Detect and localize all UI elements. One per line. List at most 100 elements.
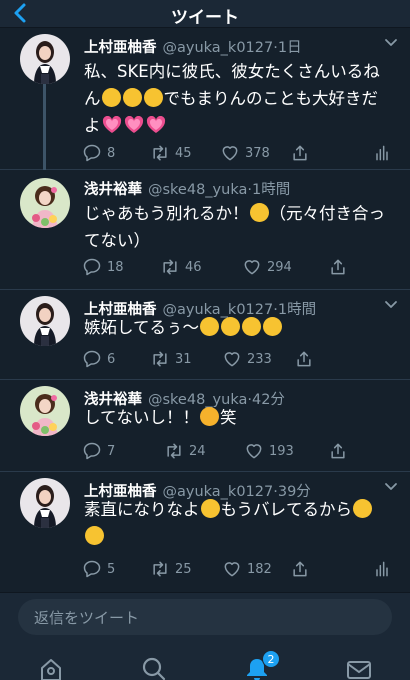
share-button[interactable]	[290, 142, 315, 164]
avatar[interactable]	[20, 386, 70, 436]
retweet-button[interactable]: 25	[150, 558, 192, 580]
like-button[interactable]: 294	[242, 256, 292, 278]
emoji-relieved-face-icon	[200, 499, 220, 518]
share-icon	[328, 257, 348, 277]
retweet-button[interactable]: 45	[150, 142, 192, 164]
analytics-icon	[372, 143, 392, 163]
emoji-no-mouth-icon	[143, 88, 163, 107]
like-button[interactable]: 193	[244, 440, 294, 462]
tweet[interactable]: 上村亜柚香 @ayuka_k0127·39分 素直になりなよ もうバレてるから 5 …	[0, 472, 410, 592]
retweet-button[interactable]: 46	[160, 256, 202, 278]
tweet[interactable]: 上村亜柚香 @ayuka_k0127·1時間 嫉妬してるぅ〜 6 31 233	[0, 290, 410, 380]
page-title: ツイート	[171, 8, 239, 28]
pink-heart-emoji-icon	[124, 116, 144, 134]
avatar[interactable]	[20, 478, 70, 528]
reply-input[interactable]: 返信をツイート	[18, 599, 392, 635]
user-handle: @ayuka_k0127	[162, 40, 274, 56]
reply-button[interactable]: 5	[82, 558, 115, 580]
display-name[interactable]: 上村亜柚香	[84, 40, 157, 56]
search-icon[interactable]	[141, 656, 167, 680]
emoji-grinning-face-icon	[221, 317, 241, 336]
like-icon	[220, 143, 240, 163]
like-button[interactable]: 233	[222, 348, 272, 370]
reply-icon	[82, 559, 102, 579]
reply-button[interactable]: 18	[82, 256, 124, 278]
emoji-winking-face-icon	[85, 526, 104, 545]
tweet-text-part: もうバレてるから	[220, 500, 353, 519]
tweet-text: 素直になりなよ もうバレてるから	[84, 496, 388, 550]
tweet-header: 上村亜柚香 @ayuka_k0127·1日	[84, 36, 380, 57]
analytics-button[interactable]	[372, 142, 397, 164]
retweet-button[interactable]: 24	[164, 440, 206, 462]
reply-icon	[82, 441, 102, 461]
tweet-text-part: 笑	[220, 408, 237, 427]
retweet-count: 25	[175, 561, 192, 577]
analytics-button[interactable]	[372, 558, 397, 580]
tweet-time: ·1時間	[247, 182, 291, 198]
tweet-text-part: 素直になりなよ	[84, 500, 200, 519]
tweet[interactable]: 浅井裕華 @ske48_yuka·1時間 じゃあもう別れるか！ （元々付き合っ てな…	[0, 170, 410, 290]
like-count: 378	[245, 145, 270, 161]
user-handle: @ske48_yuka	[148, 182, 248, 198]
caret-down-icon[interactable]	[384, 300, 398, 310]
retweet-button[interactable]: 31	[150, 348, 192, 370]
retweet-icon	[150, 143, 170, 163]
tweet-text: じゃあもう別れるか！ （元々付き合っ てない）	[84, 200, 388, 254]
emoji-grinning-face-icon	[263, 317, 283, 336]
reply-count: 18	[107, 259, 124, 275]
messages-icon[interactable]	[346, 656, 372, 680]
caret-down-icon[interactable]	[384, 38, 398, 48]
tweet-text: 私、SKE内に彼氏、彼女たくさんいるね ん でもまりんのことも大好きだ よ	[84, 58, 388, 139]
tweet[interactable]: 上村亜柚香 @ayuka_k0127·1日 私、SKE内に彼氏、彼女たくさんいるね…	[0, 28, 410, 170]
conversation-thread[interactable]: 上村亜柚香 @ayuka_k0127·1日 私、SKE内に彼氏、彼女たくさんいるね…	[0, 28, 410, 592]
like-count: 233	[247, 351, 272, 367]
share-icon	[290, 559, 310, 579]
retweet-count: 31	[175, 351, 192, 367]
tweet-text-part: してないし！！	[84, 408, 200, 427]
tweet-text-part: てない）	[84, 231, 150, 250]
share-icon	[290, 143, 310, 163]
tweet[interactable]: 浅井裕華 @ske48_yuka·42分 してないし！！笑 7 24 193	[0, 380, 410, 472]
retweet-count: 46	[185, 259, 202, 275]
caret-down-icon[interactable]	[384, 482, 398, 492]
share-button[interactable]	[328, 440, 353, 462]
emoji-thinking-face-icon	[249, 203, 269, 222]
thread-line	[43, 84, 46, 170]
reply-count: 8	[107, 145, 116, 161]
emoji-no-mouth-icon	[101, 88, 121, 107]
reply-button[interactable]: 6	[82, 348, 115, 370]
avatar[interactable]	[20, 34, 70, 84]
home-icon[interactable]	[38, 656, 64, 680]
share-icon	[294, 349, 314, 369]
reply-button[interactable]: 8	[82, 142, 115, 164]
reply-icon	[82, 257, 102, 277]
reply-button[interactable]: 7	[82, 440, 115, 462]
tweet-actions: 5 25 182	[82, 558, 396, 580]
share-button[interactable]	[290, 558, 315, 580]
retweet-icon	[164, 441, 184, 461]
like-icon	[222, 349, 242, 369]
share-button[interactable]	[294, 348, 319, 370]
like-count: 294	[267, 259, 292, 275]
share-icon	[328, 441, 348, 461]
bottom-tab-bar	[0, 642, 410, 680]
analytics-icon	[372, 559, 392, 579]
like-button[interactable]: 182	[222, 558, 272, 580]
tweet-text-part: ん	[84, 89, 101, 108]
retweet-icon	[160, 257, 180, 277]
avatar[interactable]	[20, 296, 70, 346]
avatar[interactable]	[20, 178, 70, 228]
emoji-grinning-face-icon	[200, 317, 220, 336]
reply-icon	[82, 349, 102, 369]
emoji-winking-face-icon	[353, 499, 373, 518]
tweet-actions: 6 31 233	[82, 348, 396, 370]
display-name[interactable]: 浅井裕華	[84, 182, 142, 198]
emoji-angry-face-icon	[200, 407, 220, 426]
reply-count: 5	[107, 561, 116, 577]
retweet-icon	[150, 349, 170, 369]
like-button[interactable]: 378	[220, 142, 270, 164]
tweet-text-part: でもまりんのことも大好きだ	[163, 89, 379, 108]
share-button[interactable]	[328, 256, 353, 278]
emoji-no-mouth-icon	[122, 88, 142, 107]
tweet-text-part: 嫉妬してるぅ〜	[84, 318, 200, 337]
